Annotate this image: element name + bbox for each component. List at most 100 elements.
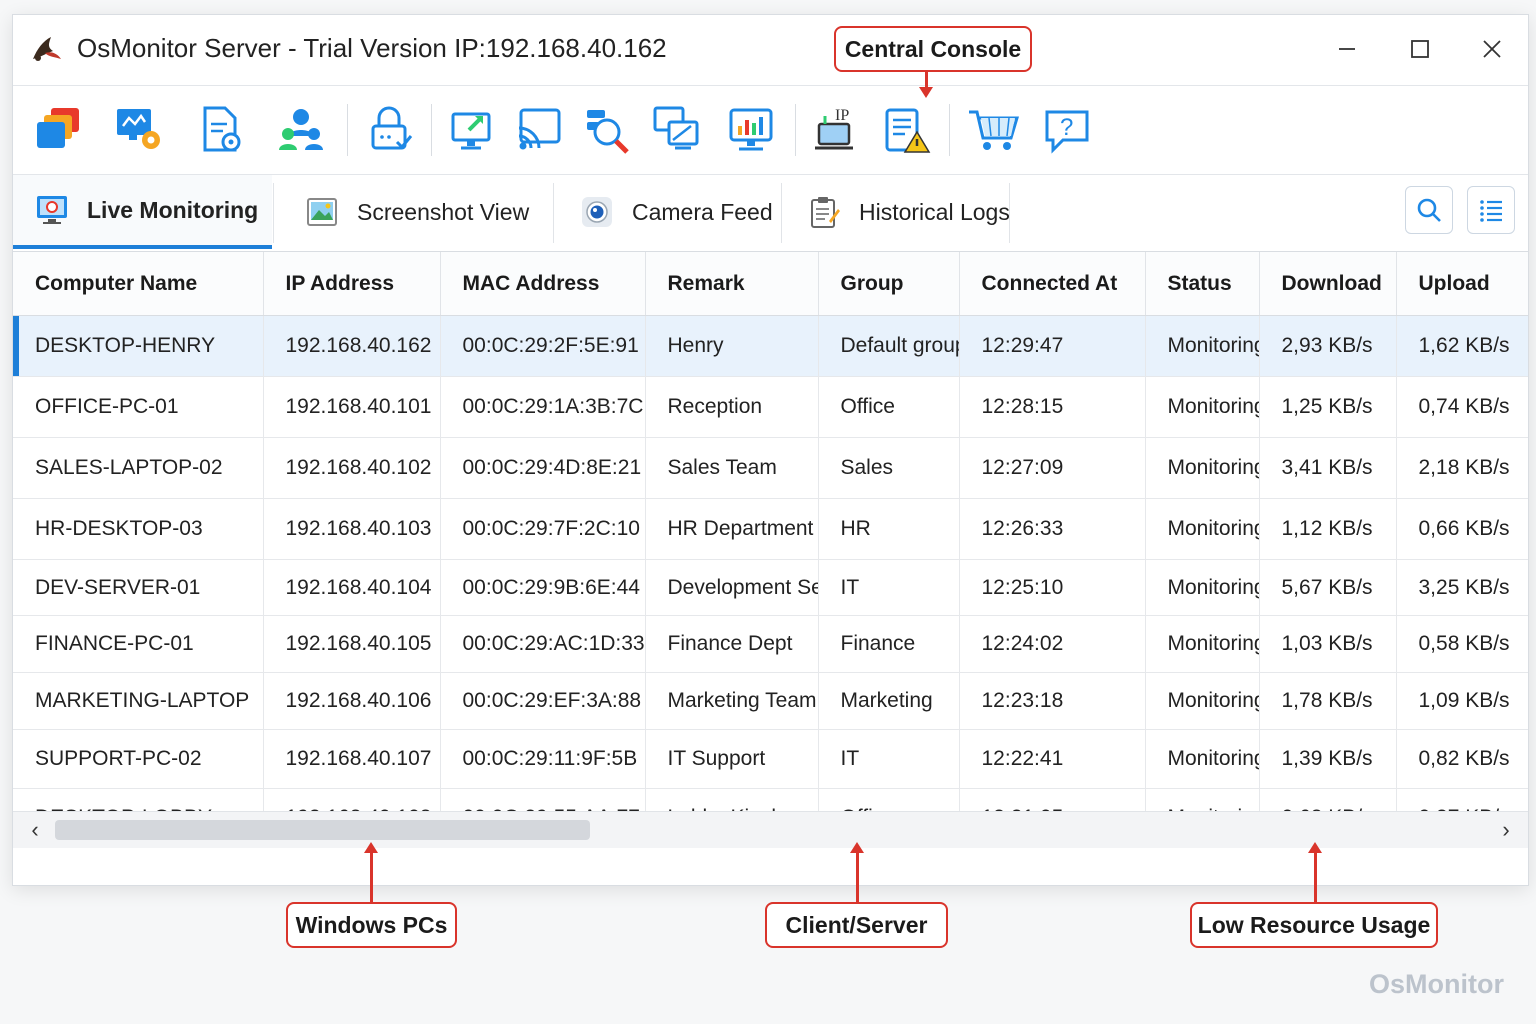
scroll-right-icon[interactable]: › <box>1492 816 1520 844</box>
table-cell: Monitoring <box>1145 376 1260 438</box>
table-cell: 12:28:15 <box>959 376 1146 438</box>
scroll-thumb[interactable] <box>55 820 590 840</box>
table-cell: 00:0C:29:EF:3A:88 <box>440 672 646 730</box>
table-cell: Sales Team <box>645 437 819 499</box>
table-row[interactable]: OFFICE-PC-01 192.168.40.101 00:0C:29:1A:3B… <box>13 376 1528 438</box>
table-cell: DESKTOP-HENRY <box>13 315 264 377</box>
table-cell: 1,25 KB/s <box>1259 376 1397 438</box>
callout-arrow-line <box>925 72 928 87</box>
toolbar-alert-list-button[interactable] <box>879 102 935 158</box>
table-cell: Monitoring <box>1145 498 1260 560</box>
live-monitor-icon <box>37 196 67 224</box>
remote-control-icon <box>451 112 491 150</box>
callout-arrow-head <box>364 842 378 853</box>
table-cell: 192.168.40.107 <box>263 729 441 789</box>
table-cell: Henry <box>645 315 819 377</box>
table-cell: 12:24:02 <box>959 615 1146 673</box>
toolbar-windows-button[interactable] <box>31 102 87 158</box>
users-icon <box>279 109 323 150</box>
table-cell: 1,03 KB/s <box>1259 615 1397 673</box>
computer-table: Computer Name IP Address MAC Address Remark… <box>13 252 1528 848</box>
toolbar-lock-button[interactable] <box>361 102 417 158</box>
search-button[interactable] <box>1405 186 1453 234</box>
callout-arrow-line <box>856 853 859 902</box>
svg-text:IP: IP <box>835 107 849 124</box>
table-row[interactable]: MARKETING-LAPTOP 192.168.40.106 00:0C:29:E… <box>13 672 1528 730</box>
table-cell: 12:29:47 <box>959 315 1146 377</box>
table-row[interactable]: FINANCE-PC-01 192.168.40.105 00:0C:29:AC:1… <box>13 615 1528 673</box>
minimize-button[interactable] <box>1329 31 1365 67</box>
table-cell: Finance Dept <box>645 615 819 673</box>
tab-screenshot-view[interactable]: Screenshot View <box>283 175 551 249</box>
column-header[interactable]: IP Address <box>263 252 441 316</box>
toolbar-screen-share-button[interactable] <box>649 102 705 158</box>
toolbar-remote-settings-button[interactable] <box>111 102 167 158</box>
table-row[interactable]: HR-DESKTOP-03 192.168.40.103 00:0C:29:7F:2… <box>13 498 1528 560</box>
column-header[interactable]: Status <box>1145 252 1260 316</box>
tab-separator <box>1009 183 1010 243</box>
tab-historical-logs[interactable]: Historical Logs <box>785 175 1010 249</box>
table-row[interactable]: DEV-SERVER-01 192.168.40.104 00:0C:29:9B:6… <box>13 559 1528 616</box>
table-cell: SUPPORT-PC-02 <box>13 729 264 789</box>
app-window: OsMonitor Server - Trial Version IP:192.… <box>12 14 1529 886</box>
toolbar-ip-client-button[interactable]: IP <box>809 102 865 158</box>
table-row[interactable]: SUPPORT-PC-02 192.168.40.107 00:0C:29:11:9… <box>13 729 1528 789</box>
table-cell: Monitoring <box>1145 672 1260 730</box>
callout-windows-pcs: Windows PCs <box>286 902 457 948</box>
column-header[interactable]: Connected At <box>959 252 1146 316</box>
table-cell: Finance <box>818 615 960 673</box>
table-row[interactable]: DESKTOP-HENRY 192.168.40.162 00:0C:29:2F:5… <box>13 315 1528 377</box>
close-button[interactable] <box>1474 31 1510 67</box>
table-cell: 0,74 KB/s <box>1396 376 1528 438</box>
statistics-monitor-icon <box>729 108 773 151</box>
table-cell: HR-DESKTOP-03 <box>13 498 264 560</box>
table-cell: 0,82 KB/s <box>1396 729 1528 789</box>
table-header-row: Computer Name IP Address MAC Address Remark… <box>13 252 1528 316</box>
toolbar-broadcast-button[interactable] <box>511 102 567 158</box>
tab-live-monitoring[interactable]: Live Monitoring <box>13 175 272 249</box>
tab-separator <box>553 183 554 243</box>
column-header[interactable]: MAC Address <box>440 252 646 316</box>
toolbar-help-button[interactable]: ? <box>1039 102 1095 158</box>
toolbar-search-inspect-button[interactable] <box>579 102 635 158</box>
windows-stack-icon <box>37 108 79 148</box>
table-cell: 192.168.40.104 <box>263 559 441 616</box>
view-tabs: Live Monitoring Screenshot View Camera F… <box>13 175 1528 252</box>
table-cell: FINANCE-PC-01 <box>13 615 264 673</box>
log-clipboard-icon <box>811 197 840 228</box>
toolbar-document-settings-button[interactable] <box>193 102 249 158</box>
column-header[interactable]: Computer Name <box>13 252 264 316</box>
table-cell: 00:0C:29:4D:8E:21 <box>440 437 646 499</box>
toolbar-remote-control-button[interactable] <box>445 102 501 158</box>
tab-separator <box>273 183 274 243</box>
toolbar-separator <box>347 104 348 156</box>
table-cell: 12:27:09 <box>959 437 1146 499</box>
column-header[interactable]: Remark <box>645 252 819 316</box>
table-cell: 00:0C:29:7F:2C:10 <box>440 498 646 560</box>
callout-central-console: Central Console <box>834 26 1032 72</box>
lock-policy-icon <box>371 106 413 150</box>
column-header[interactable]: Download <box>1259 252 1397 316</box>
table-cell: 1,12 KB/s <box>1259 498 1397 560</box>
column-header[interactable]: Group <box>818 252 960 316</box>
table-cell: 00:0C:29:9B:6E:44 <box>440 559 646 616</box>
callout-arrow-line <box>370 853 373 902</box>
toolbar-statistics-button[interactable] <box>723 102 779 158</box>
table-cell: Development Server <box>645 559 819 616</box>
maximize-button[interactable] <box>1402 31 1438 67</box>
toolbar-users-button[interactable] <box>273 102 329 158</box>
scroll-left-icon[interactable]: ‹ <box>21 816 49 844</box>
title-bar[interactable]: OsMonitor Server - Trial Version IP:192.… <box>13 15 1528 86</box>
toolbar: IP ? <box>13 86 1528 175</box>
table-row[interactable]: SALES-LAPTOP-02 192.168.40.102 00:0C:29:4D… <box>13 437 1528 499</box>
tab-camera-feed[interactable]: Camera Feed <box>558 175 780 249</box>
table-cell: 00:0C:29:1A:3B:7C <box>440 376 646 438</box>
list-view-button[interactable] <box>1467 186 1515 234</box>
column-header[interactable]: Upload <box>1396 252 1528 316</box>
table-cell: DEV-SERVER-01 <box>13 559 264 616</box>
table-cell: Monitoring <box>1145 437 1260 499</box>
computer-grid: Computer Name IP Address MAC Address Remark… <box>13 252 1528 848</box>
horizontal-scrollbar[interactable]: ‹ › <box>13 811 1528 848</box>
ip-client-icon: IP <box>815 107 853 150</box>
toolbar-cart-button[interactable] <box>965 102 1021 158</box>
